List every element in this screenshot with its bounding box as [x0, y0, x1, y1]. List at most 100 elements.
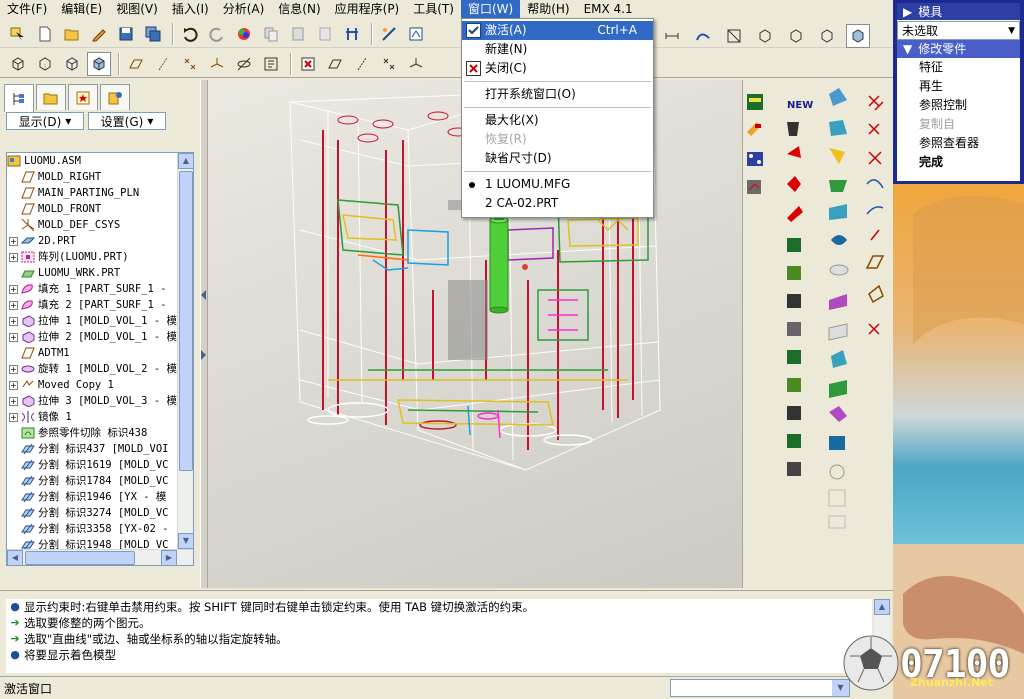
axis-display-button[interactable] [350, 52, 374, 76]
undo-button[interactable] [178, 22, 202, 46]
mm-item-reference-control[interactable]: 参照控制 [897, 96, 1020, 115]
measure-button[interactable] [660, 24, 684, 48]
tree-item[interactable]: MOLD_RIGHT [7, 169, 193, 185]
window-menu-open-system-window[interactable]: 打开系统窗口(O) [462, 85, 653, 104]
selection-combo[interactable]: 未选取 ▼ [897, 21, 1020, 40]
window-menu-close[interactable]: 关闭(C) [462, 59, 653, 78]
tree-item[interactable]: LUOMU_WRK.PRT [7, 265, 193, 281]
menu-emx[interactable]: EMX 4.1 [577, 0, 640, 18]
tab-connections[interactable] [100, 84, 130, 110]
tab-favorites[interactable] [68, 84, 98, 110]
hidden-line-button[interactable] [33, 52, 57, 76]
curve-analysis-button[interactable] [691, 24, 715, 48]
expand-toggle-icon[interactable]: + [9, 380, 18, 390]
edit-button[interactable] [87, 22, 111, 46]
paste-button[interactable] [286, 22, 310, 46]
no-hidden-button[interactable] [60, 52, 84, 76]
view-orient-button[interactable] [722, 24, 746, 48]
csys-toggle[interactable] [205, 52, 229, 76]
tree-item[interactable]: + 镜像 1 [7, 409, 193, 425]
tree-item[interactable]: 分割 标识1784 [MOLD_VC [7, 473, 193, 489]
tab-folder-browser[interactable] [36, 84, 66, 110]
menu-manager-submenu[interactable]: ▼ 修改零件 [897, 40, 1020, 58]
tree-item[interactable]: 分割 标识437 [MOLD_VOI [7, 441, 193, 457]
window-menu-doc-1[interactable]: 1 LUOMU.MFG [462, 175, 653, 194]
tree-vertical-scrollbar[interactable]: ▲ ▼ [177, 153, 193, 549]
new-file-button[interactable] [33, 22, 57, 46]
panel-splitter[interactable] [200, 80, 208, 588]
tree-item[interactable]: 参照零件切除 标识438 [7, 425, 193, 441]
mm-item-feature[interactable]: 特征 [897, 58, 1020, 77]
tree-item[interactable]: +2D.PRT [7, 233, 193, 249]
tree-item[interactable]: ADTM1 [7, 345, 193, 361]
tree-item[interactable]: 分割 标识1946 [YX - 模 [7, 489, 193, 505]
tree-horizontal-thumb[interactable] [25, 551, 135, 565]
scroll-up-icon[interactable]: ▲ [178, 153, 193, 169]
open-file-button[interactable] [60, 22, 84, 46]
expand-toggle-icon[interactable]: + [9, 396, 18, 406]
copy-button[interactable] [259, 22, 283, 46]
datum-points-toggle[interactable] [178, 52, 202, 76]
cube-view-4-button[interactable] [846, 24, 870, 48]
menu-info[interactable]: 信息(N) [271, 0, 327, 18]
tree-item[interactable]: 分割 标识3274 [MOLD_VC [7, 505, 193, 521]
regenerate-button[interactable] [340, 22, 364, 46]
menu-file[interactable]: 文件(F) [0, 0, 54, 18]
expand-toggle-icon[interactable]: + [9, 364, 18, 374]
window-menu-default-size[interactable]: 缺省尺寸(D) [462, 149, 653, 168]
save-button[interactable] [114, 22, 138, 46]
tree-vertical-thumb[interactable] [179, 171, 193, 471]
spin-center-toggle[interactable] [232, 52, 256, 76]
tree-horizontal-scrollbar[interactable]: ◀ ▶ [7, 549, 193, 565]
window-menu-maximize[interactable]: 最大化(X) [462, 111, 653, 130]
redo-button[interactable] [205, 22, 229, 46]
csys-display-button[interactable] [404, 52, 428, 76]
tree-item[interactable]: + Moved Copy 1 [7, 377, 193, 393]
annotation-toggle[interactable] [259, 52, 283, 76]
expand-toggle-icon[interactable]: + [9, 412, 18, 422]
expand-right-icon[interactable] [201, 350, 207, 360]
mm-item-reference-viewer[interactable]: 参照查看器 [897, 134, 1020, 153]
model-tree[interactable]: LUOMU.ASM MOLD_RIGHT MAIN_PARTING_PLN MOLD_… [6, 152, 194, 566]
tree-item[interactable]: + 填充 2 [PART_SURF_1 - [7, 297, 193, 313]
tree-item[interactable]: + 填充 1 [PART_SURF_1 - [7, 281, 193, 297]
menu-view[interactable]: 视图(V) [109, 0, 165, 18]
scroll-up-icon[interactable]: ▲ [874, 599, 890, 615]
tree-item[interactable]: MOLD_FRONT [7, 201, 193, 217]
wireframe-button[interactable] [6, 52, 30, 76]
collapse-left-icon[interactable] [201, 290, 207, 300]
tree-item[interactable]: LUOMU.ASM [7, 153, 193, 169]
scroll-left-icon[interactable]: ◀ [7, 550, 23, 565]
cube-view-3-button[interactable] [815, 24, 839, 48]
window-menu-activate[interactable]: 激活(A) Ctrl+A [462, 21, 653, 40]
datum-planes-toggle[interactable] [124, 52, 148, 76]
window-menu-doc-2[interactable]: 2 CA-02.PRT [462, 194, 653, 213]
cube-view-2-button[interactable] [784, 24, 808, 48]
tab-model-tree[interactable] [4, 84, 34, 112]
expand-toggle-icon[interactable]: + [9, 252, 18, 262]
tree-item[interactable]: MOLD_DEF_CSYS [7, 217, 193, 233]
menu-analysis[interactable]: 分析(A) [216, 0, 272, 18]
tree-item[interactable]: + 阵列(LUOMU.PRT) [7, 249, 193, 265]
mm-item-done[interactable]: 完成 [897, 153, 1020, 172]
menu-tools[interactable]: 工具(T) [406, 0, 461, 18]
display-dropdown[interactable]: 显示(D) ▾ [6, 112, 84, 130]
menu-applications[interactable]: 应用程序(P) [328, 0, 407, 18]
menu-insert[interactable]: 插入(I) [165, 0, 216, 18]
select-assembly-button[interactable] [6, 22, 30, 46]
sketch-button[interactable] [377, 22, 401, 46]
menu-help[interactable]: 帮助(H) [520, 0, 576, 18]
tree-item[interactable]: 分割 标识3358 [YX-02 - [7, 521, 193, 537]
window-menu-new[interactable]: 新建(N) [462, 40, 653, 59]
settings-dropdown[interactable]: 设置(G) ▾ [88, 112, 166, 130]
paste-special-button[interactable] [313, 22, 337, 46]
mm-item-regenerate[interactable]: 再生 [897, 77, 1020, 96]
expand-toggle-icon[interactable]: + [9, 332, 18, 342]
shading-button[interactable] [87, 51, 111, 76]
tree-item[interactable]: + 拉伸 2 [MOLD_VOL_1 - 模 [7, 329, 193, 345]
tree-item[interactable]: MAIN_PARTING_PLN [7, 185, 193, 201]
tree-item[interactable]: + 拉伸 3 [MOLD_VOL_3 - 模 [7, 393, 193, 409]
tree-item[interactable]: + 拉伸 1 [MOLD_VOL_1 - 模 [7, 313, 193, 329]
selection-filter-dropdown[interactable]: ▼ [670, 679, 850, 697]
datum-axes-toggle[interactable] [151, 52, 175, 76]
